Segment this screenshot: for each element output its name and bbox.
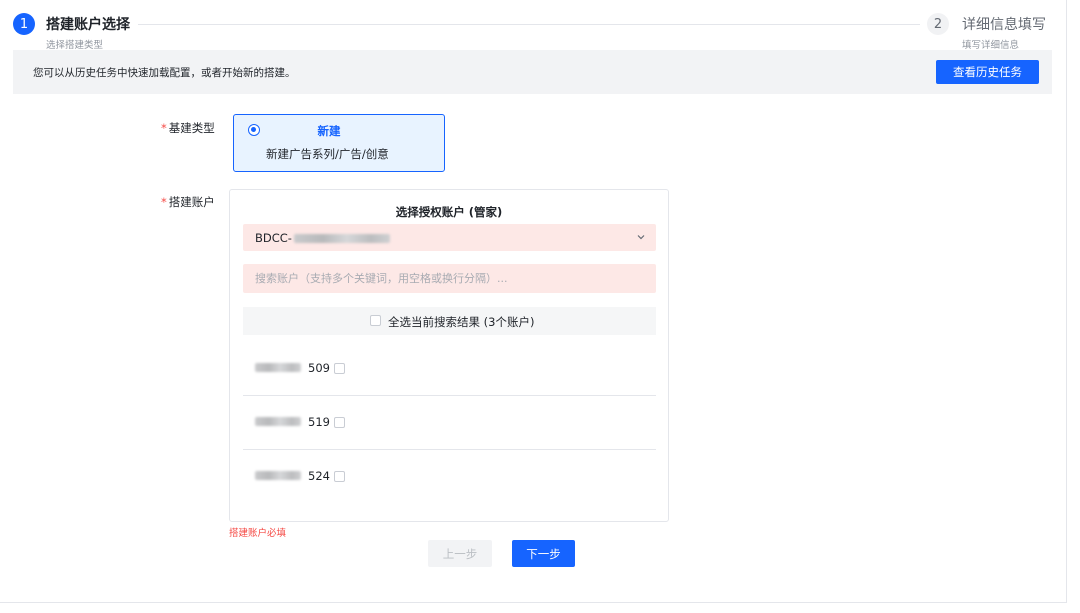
account-search-input[interactable] <box>243 264 656 293</box>
chevron-down-icon[interactable] <box>635 231 647 243</box>
build-wizard-page: 1 搭建账户选择 选择搭建类型 2 详细信息填写 填写详细信息 您可以从历史任务… <box>0 0 1080 613</box>
selected-account-prefix: BDCC- <box>255 231 292 245</box>
account-id-suffix: 524 <box>308 469 330 483</box>
required-mark: * <box>161 195 167 209</box>
account-list-item[interactable]: 519 <box>243 396 656 450</box>
previous-step-button[interactable]: 上一步 <box>428 540 492 567</box>
build-type-option-new[interactable]: 新建 新建广告系列/广告/创意 <box>233 114 445 172</box>
build-type-label: * 基建类型 <box>161 120 215 136</box>
select-all-row[interactable]: 全选当前搜索结果 (3个账户) <box>243 307 656 335</box>
account-checkbox-icon[interactable] <box>334 363 345 374</box>
build-type-label-text: 基建类型 <box>168 121 215 135</box>
radio-selected-icon[interactable] <box>248 124 260 136</box>
account-id-suffix: 509 <box>308 361 330 375</box>
select-all-label: 全选当前搜索结果 (3个账户) <box>388 315 535 329</box>
notice-bar: 您可以从历史任务中快速加载配置，或者开始新的搭建。 查看历史任务 <box>13 50 1052 94</box>
account-selection-panel: 选择授权账户 (管家) BDCC- 全选当前搜索结果 (3个账户) 509 51… <box>229 189 669 522</box>
notice-text: 您可以从历史任务中快速加载配置，或者开始新的搭建。 <box>33 67 296 79</box>
selected-account-value: BDCC- <box>255 231 390 245</box>
account-checkbox-icon[interactable] <box>334 471 345 482</box>
next-step-button[interactable]: 下一步 <box>512 540 575 567</box>
required-mark: * <box>161 121 167 135</box>
select-all-checkbox-icon[interactable] <box>370 315 381 326</box>
build-type-option-title: 新建 <box>317 124 341 138</box>
step-1-title: 搭建账户选择 <box>46 17 130 33</box>
view-history-tasks-button[interactable]: 查看历史任务 <box>936 60 1039 84</box>
frame-border-right <box>1066 0 1067 603</box>
account-checkbox-icon[interactable] <box>334 417 345 428</box>
redacted-account-name <box>255 471 301 480</box>
account-id-suffix: 519 <box>308 415 330 429</box>
account-panel-title: 选择授权账户 (管家) <box>395 205 503 219</box>
redacted-account-name <box>255 417 301 426</box>
account-list-item[interactable]: 509 <box>243 342 656 396</box>
step-2-number: 2 <box>927 13 949 35</box>
redacted-account-name <box>255 363 301 372</box>
build-type-option-description: 新建广告系列/广告/创意 <box>266 147 389 161</box>
redacted-account-id <box>293 234 390 243</box>
build-account-label: * 搭建账户 <box>161 194 215 210</box>
account-required-error: 搭建账户必填 <box>229 528 287 539</box>
step-2-title: 详细信息填写 <box>962 17 1046 33</box>
step-2-subtitle: 填写详细信息 <box>962 40 1020 51</box>
step-connector-line <box>138 24 920 25</box>
build-account-label-text: 搭建账户 <box>168 195 215 209</box>
step-1-subtitle: 选择搭建类型 <box>46 40 104 51</box>
account-list-item[interactable]: 524 <box>243 450 656 504</box>
frame-border-bottom <box>0 602 1067 603</box>
step-1-number: 1 <box>13 13 35 35</box>
authorized-account-select[interactable]: BDCC- <box>243 224 656 251</box>
